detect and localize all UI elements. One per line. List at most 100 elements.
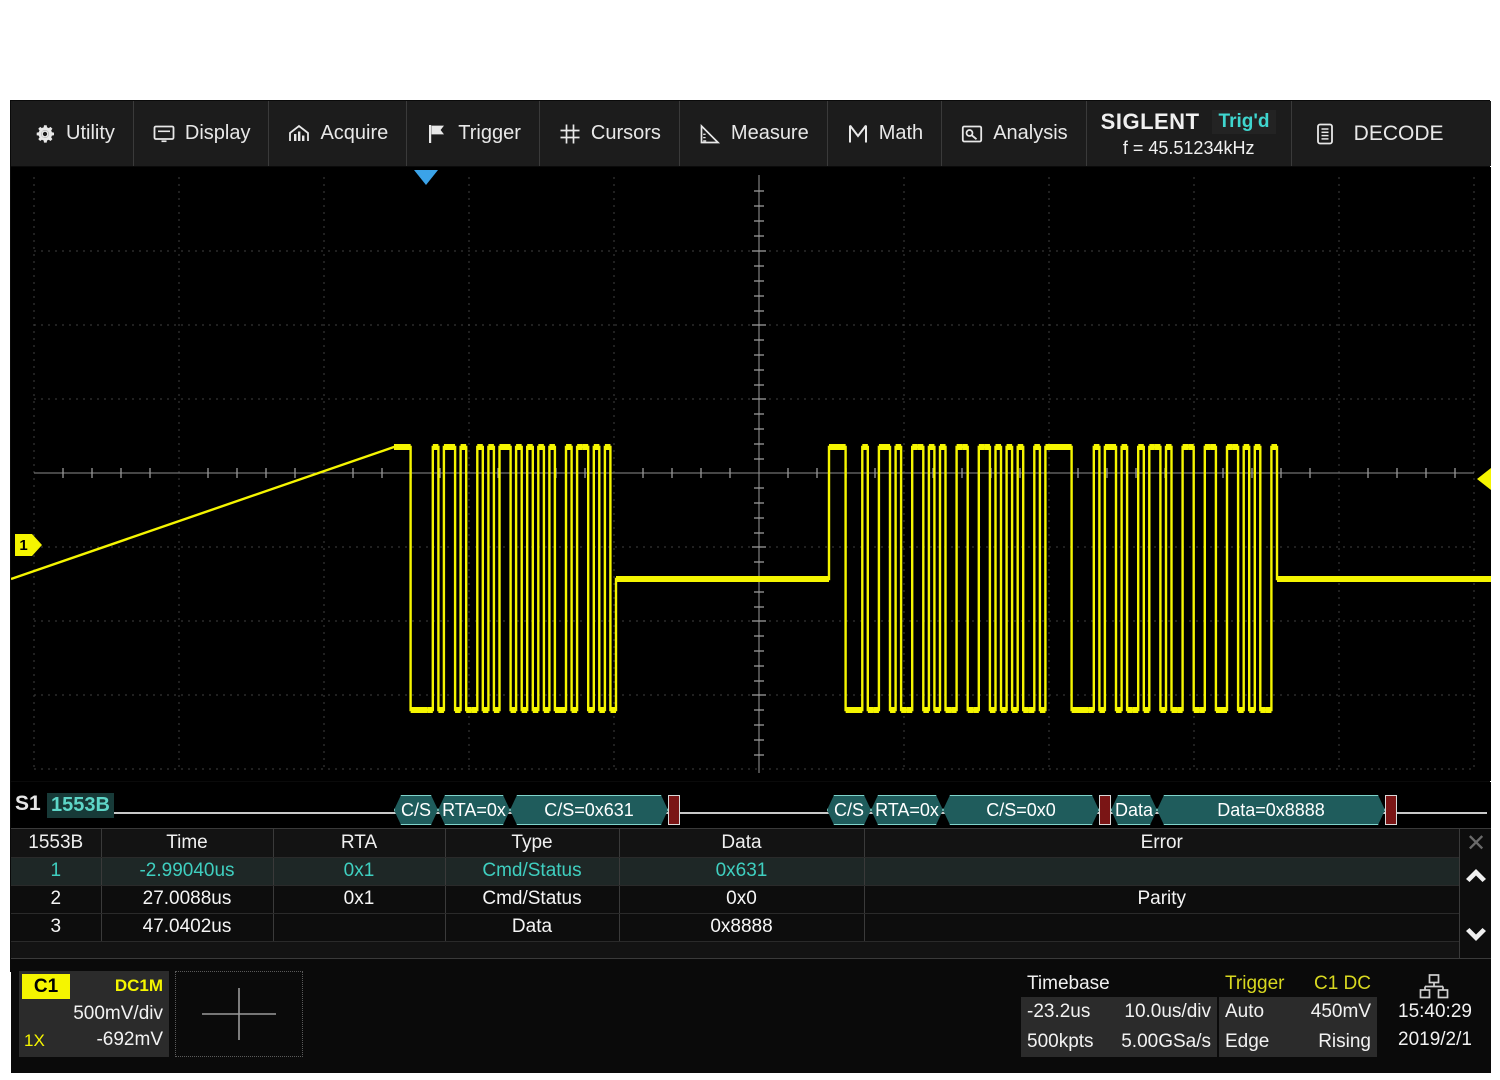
header-data: Data: [619, 829, 865, 858]
cell-rta: [273, 913, 446, 942]
channel1-tag[interactable]: C1: [22, 974, 70, 999]
monitor-icon: [152, 122, 176, 146]
menu-item-label: Utility: [66, 122, 115, 144]
acquire-icon: [287, 122, 311, 146]
cell-data: 0x8888: [619, 913, 865, 942]
channel1-waveform: [11, 444, 1491, 713]
channel1-coupling: DC1M: [114, 976, 163, 995]
cell-error: [864, 857, 1459, 886]
clock-time: 15:40:29: [1398, 1001, 1472, 1022]
decode-bus-row[interactable]: S1 1553B C/S RTA=0x C/S=0x631 C/S RTA=0x C/S=…: [11, 782, 1491, 828]
clock-date: 2019/2/1: [1398, 1029, 1472, 1050]
cell-time: 47.0402us: [101, 913, 274, 942]
trigger-source: C1 DC: [1313, 973, 1371, 994]
menu-item-decode[interactable]: DECODE: [1292, 101, 1466, 166]
timebase-delay: -23.2us: [1027, 1001, 1091, 1022]
bus-packet[interactable]: C/S: [827, 795, 871, 825]
bus-packet[interactable]: Data=0x8888: [1157, 795, 1385, 825]
menu-item-cursors[interactable]: Cursors: [540, 101, 680, 166]
table-header-row: 1553B Time RTA Type Data Error: [11, 829, 1459, 858]
cell-rta: 0x1: [273, 885, 446, 914]
menu-item-display[interactable]: Display: [134, 101, 270, 166]
trigger-level: 450mV: [1310, 1001, 1371, 1022]
timebase-scale: 10.0us/div: [1124, 1001, 1211, 1022]
cell-data: 0x631: [619, 857, 865, 886]
timebase-title: Timebase: [1027, 973, 1110, 994]
trigger-type: Edge: [1225, 1031, 1270, 1052]
siglent-status-block: SIGLENT Trig'd f = 45.51234kHz: [1087, 101, 1292, 166]
decode-table-controls: ✕: [1459, 829, 1491, 959]
bus-packet[interactable]: C/S=0x631: [510, 795, 668, 825]
trigger-level-marker[interactable]: [1477, 468, 1491, 490]
ruler-icon: [698, 122, 722, 146]
oscilloscope-screen: Utility Display Acquire Trigger Cursors: [10, 100, 1491, 1073]
cell-data: 0x0: [619, 885, 865, 914]
channel1-probe: 1X: [24, 1031, 45, 1050]
trigger-state-badge: Trig'd: [1211, 110, 1277, 134]
table-row[interactable]: 3 47.0402us Data 0x8888: [11, 913, 1459, 942]
cell-time: -2.99040us: [101, 857, 274, 886]
cell-error: [864, 913, 1459, 942]
clock-box: 15:40:29 2019/2/1: [1385, 971, 1485, 1057]
bus-error-marker[interactable]: [1385, 795, 1397, 825]
bus-packet[interactable]: RTA=0x: [438, 795, 510, 825]
trigger-mode: Auto: [1225, 1001, 1265, 1022]
bus-packet[interactable]: RTA=0x: [871, 795, 943, 825]
header-error: Error: [864, 829, 1459, 858]
channel1-status-box[interactable]: C1 DC1M 500mV/div 1X -692mV: [19, 971, 169, 1057]
siglent-logo: SIGLENT: [1100, 109, 1200, 134]
trigger-status-box[interactable]: Trigger C1 DC Auto 450mV Edge Rising: [1219, 971, 1377, 1057]
scroll-up-icon[interactable]: [1460, 859, 1492, 893]
menu-item-acquire[interactable]: Acquire: [269, 101, 408, 166]
decode-table-panel: 1553B Time RTA Type Data Error 1 -2.99040…: [11, 828, 1491, 959]
xy-position-indicator[interactable]: [175, 971, 303, 1057]
bus-packet[interactable]: C/S=0x0: [943, 795, 1099, 825]
header-index: 1553B: [11, 829, 102, 858]
trigger-title: Trigger: [1225, 973, 1285, 994]
header-time: Time: [101, 829, 274, 858]
timebase-status-box[interactable]: Timebase -23.2us 10.0us/div 500kpts 5.00…: [1021, 971, 1217, 1057]
table-row[interactable]: 1 -2.99040us 0x1 Cmd/Status 0x631: [11, 857, 1459, 886]
bus-error-marker[interactable]: [1099, 795, 1111, 825]
decode-table[interactable]: 1553B Time RTA Type Data Error 1 -2.99040…: [11, 829, 1459, 942]
math-icon: [846, 122, 870, 146]
cell-time: 27.0088us: [101, 885, 274, 914]
cell-idx: 1: [11, 857, 102, 886]
bus-packet[interactable]: C/S: [394, 795, 438, 825]
bus-packet[interactable]: Data: [1111, 795, 1157, 825]
header-rta: RTA: [273, 829, 446, 858]
menu-item-label: Measure: [730, 122, 809, 144]
menu-item-label: Math: [878, 122, 924, 144]
trigger-slope: Rising: [1318, 1031, 1371, 1052]
menu-item-measure[interactable]: Measure: [680, 101, 828, 166]
cell-idx: 3: [11, 913, 102, 942]
waveform-graph[interactable]: 1: [11, 167, 1491, 781]
menu-item-trigger[interactable]: Trigger: [407, 101, 540, 166]
scroll-down-icon[interactable]: [1460, 921, 1492, 955]
analysis-icon: [960, 122, 984, 146]
table-row[interactable]: 2 27.0088us 0x1 Cmd/Status 0x0 Parity: [11, 885, 1459, 914]
menu-item-utility[interactable]: Utility: [11, 101, 134, 166]
menu-item-label: Display: [184, 122, 251, 144]
crosshair-grid-icon: [558, 122, 582, 146]
timebase-samplerate: 5.00GSa/s: [1121, 1031, 1211, 1052]
trigger-position-marker[interactable]: [414, 170, 438, 185]
menu-item-label: Acquire: [320, 122, 389, 144]
decode-list-icon: [1314, 122, 1338, 146]
menu-item-math[interactable]: Math: [828, 101, 943, 166]
menu-item-label: Cursors: [590, 122, 661, 144]
cell-rta: 0x1: [273, 857, 446, 886]
header-type: Type: [445, 829, 620, 858]
menu-item-analysis[interactable]: Analysis: [942, 101, 1087, 166]
timebase-memory: 500kpts: [1027, 1031, 1094, 1052]
menu-item-label: Trigger: [458, 122, 521, 144]
menu-item-label: Analysis: [993, 122, 1068, 144]
cell-type: Cmd/Status: [445, 857, 620, 886]
cell-error: Parity: [864, 885, 1459, 914]
bus-error-marker[interactable]: [668, 795, 680, 825]
bus-slot-label: S1: [15, 792, 41, 815]
gear-icon: [33, 122, 57, 146]
close-icon[interactable]: ✕: [1460, 830, 1492, 857]
cell-type: Cmd/Status: [445, 885, 620, 914]
channel1-offset-marker[interactable]: 1: [15, 534, 42, 556]
